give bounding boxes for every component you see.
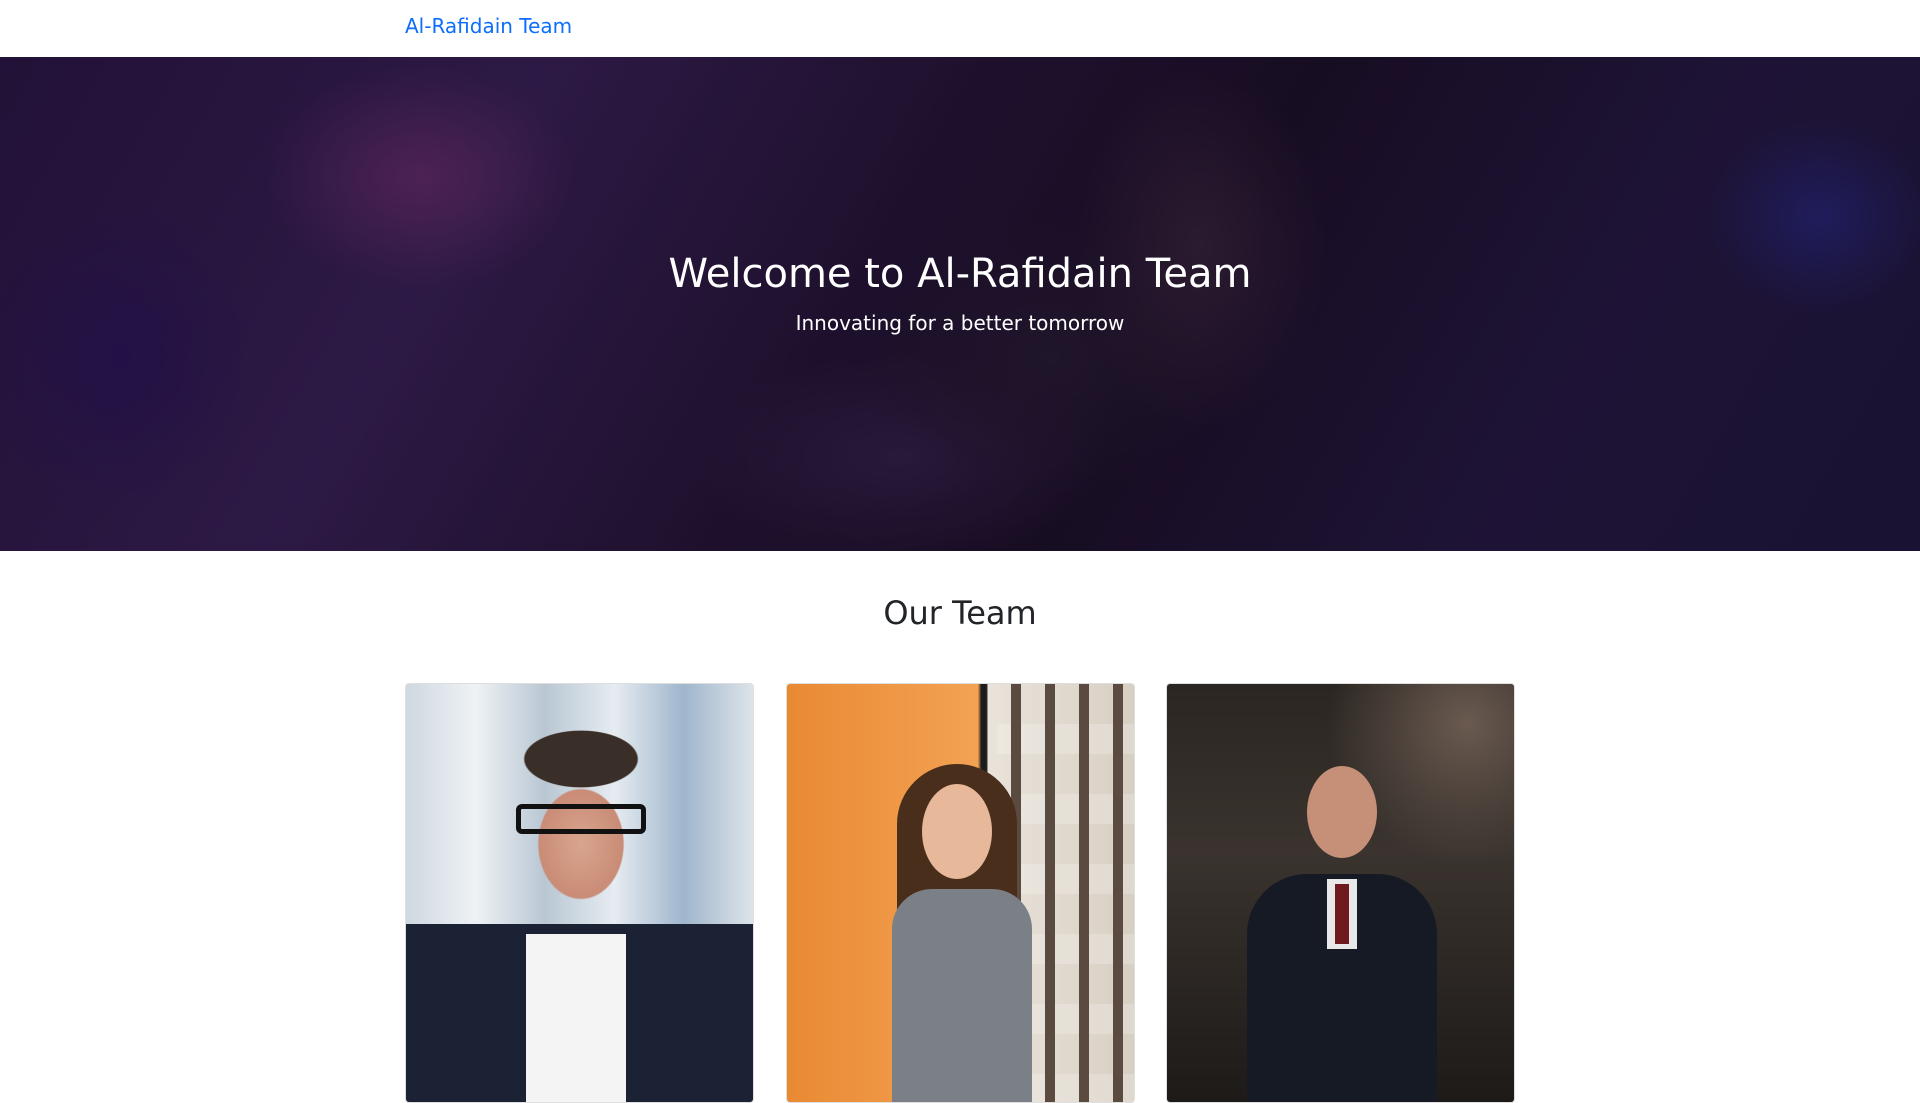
photo-detail bbox=[516, 804, 646, 834]
navbar-brand-link[interactable]: Al-Rafidain Team bbox=[405, 14, 572, 38]
team-member-card bbox=[1166, 683, 1515, 1103]
photo-detail bbox=[922, 784, 992, 879]
photo-detail bbox=[526, 934, 626, 1102]
photo-detail bbox=[1307, 766, 1377, 858]
photo-detail bbox=[1335, 884, 1349, 944]
hero-overlay bbox=[0, 57, 1920, 551]
hero-title: Welcome to Al-Rafidain Team bbox=[668, 251, 1252, 297]
hero-subtitle: Innovating for a better tomorrow bbox=[795, 311, 1125, 335]
team-member-card bbox=[786, 683, 1135, 1103]
photo-detail bbox=[892, 889, 1032, 1102]
team-section-title: Our Team bbox=[883, 594, 1037, 632]
team-member-photo bbox=[787, 684, 1134, 1102]
navbar: Al-Rafidain Team bbox=[0, 0, 1920, 57]
team-member-card bbox=[405, 683, 754, 1103]
hero-banner: Welcome to Al-Rafidain Team Innovating f… bbox=[0, 57, 1920, 551]
team-member-photo bbox=[406, 684, 753, 1102]
team-member-photo bbox=[1167, 684, 1514, 1102]
